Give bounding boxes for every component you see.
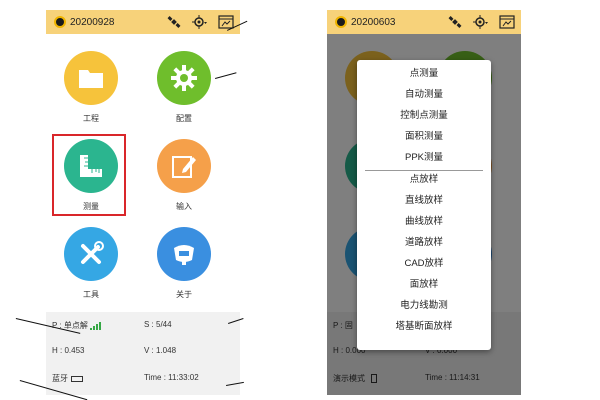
logo-icon bbox=[335, 16, 347, 28]
top-bar: 20200603 bbox=[327, 10, 521, 34]
status-panel: P : 单点解 S : 5/44 H : 0.453 V : 1.048 蓝牙 … bbox=[46, 312, 240, 395]
survey-menu: 点测量 自动测量 控制点测量 面积测量 PPK测量 点放样 直线放样 曲线放样 … bbox=[357, 60, 491, 350]
menu-item-curve-stakeout[interactable]: 曲线放样 bbox=[357, 212, 491, 232]
config-tile[interactable]: 配置 bbox=[144, 48, 224, 130]
horizontal-precision: H : 0.453 bbox=[52, 346, 85, 355]
menu-item-point-stakeout[interactable]: 点放样 bbox=[357, 170, 491, 190]
input-tile[interactable]: 输入 bbox=[144, 136, 224, 218]
menu-item-tower-section-stakeout[interactable]: 塔基断面放样 bbox=[357, 317, 491, 337]
menu-item-road-stakeout[interactable]: 道路放样 bbox=[357, 233, 491, 253]
gps-target-icon[interactable] bbox=[471, 13, 491, 31]
menu-item-point-survey[interactable]: 点测量 bbox=[357, 64, 491, 84]
satellite-icon[interactable] bbox=[164, 13, 184, 31]
logo-icon bbox=[54, 16, 66, 28]
project-label: 工程 bbox=[83, 114, 99, 123]
highlight-box bbox=[52, 134, 126, 216]
gear-icon bbox=[157, 51, 211, 105]
edit-icon bbox=[157, 139, 211, 193]
about-tile[interactable]: 关于 bbox=[144, 224, 224, 306]
main-screen: 20200928 工程 配置 测量 输入 工具 关于 P: 单点解 S: 5… bbox=[46, 10, 240, 395]
tools-tile[interactable]: 工具 bbox=[51, 224, 131, 306]
battery-icon bbox=[71, 375, 83, 382]
menu-item-control-point-survey[interactable]: 控制点测量 bbox=[357, 106, 491, 126]
menu-item-auto-survey[interactable]: 自动测量 bbox=[357, 85, 491, 105]
menu-item-cad-stakeout[interactable]: CAD放样 bbox=[357, 254, 491, 274]
receiver-icon bbox=[157, 227, 211, 281]
date-label: 20200928 bbox=[70, 16, 115, 28]
config-label: 配置 bbox=[176, 114, 192, 123]
date-label: 20200603 bbox=[351, 16, 396, 28]
vertical-precision: V : 1.048 bbox=[144, 346, 177, 355]
project-tile[interactable]: 工程 bbox=[51, 48, 131, 130]
map-window-icon[interactable] bbox=[497, 13, 517, 31]
signal-icon bbox=[89, 321, 102, 331]
position-status: P : 单点解 bbox=[52, 320, 102, 331]
menu-item-ppk-survey[interactable]: PPK测量 bbox=[357, 148, 491, 168]
bluetooth-status: 蓝牙 bbox=[52, 373, 83, 384]
gps-target-icon[interactable] bbox=[190, 13, 210, 31]
menu-item-power-line-survey[interactable]: 电力线勘测 bbox=[357, 296, 491, 316]
input-label: 输入 bbox=[176, 202, 192, 211]
menu-item-line-stakeout[interactable]: 直线放样 bbox=[357, 191, 491, 211]
satellite-icon[interactable] bbox=[445, 13, 465, 31]
menu-item-surface-stakeout[interactable]: 面放样 bbox=[357, 275, 491, 295]
top-bar: 20200928 bbox=[46, 10, 240, 34]
folder-icon bbox=[64, 51, 118, 105]
about-label: 关于 bbox=[176, 290, 192, 299]
survey-menu-screen: 20200603 P : 固 H : 0.000 V : 0.000 演示模式 … bbox=[327, 10, 521, 395]
satellite-count: S : 5/44 bbox=[144, 320, 172, 329]
tools-icon bbox=[64, 227, 118, 281]
menu-item-area-survey[interactable]: 面积测量 bbox=[357, 127, 491, 147]
tools-label: 工具 bbox=[83, 290, 99, 299]
time-display: Time : 11:33:02 bbox=[144, 373, 199, 382]
bluetooth-text: 蓝牙 bbox=[52, 374, 68, 383]
